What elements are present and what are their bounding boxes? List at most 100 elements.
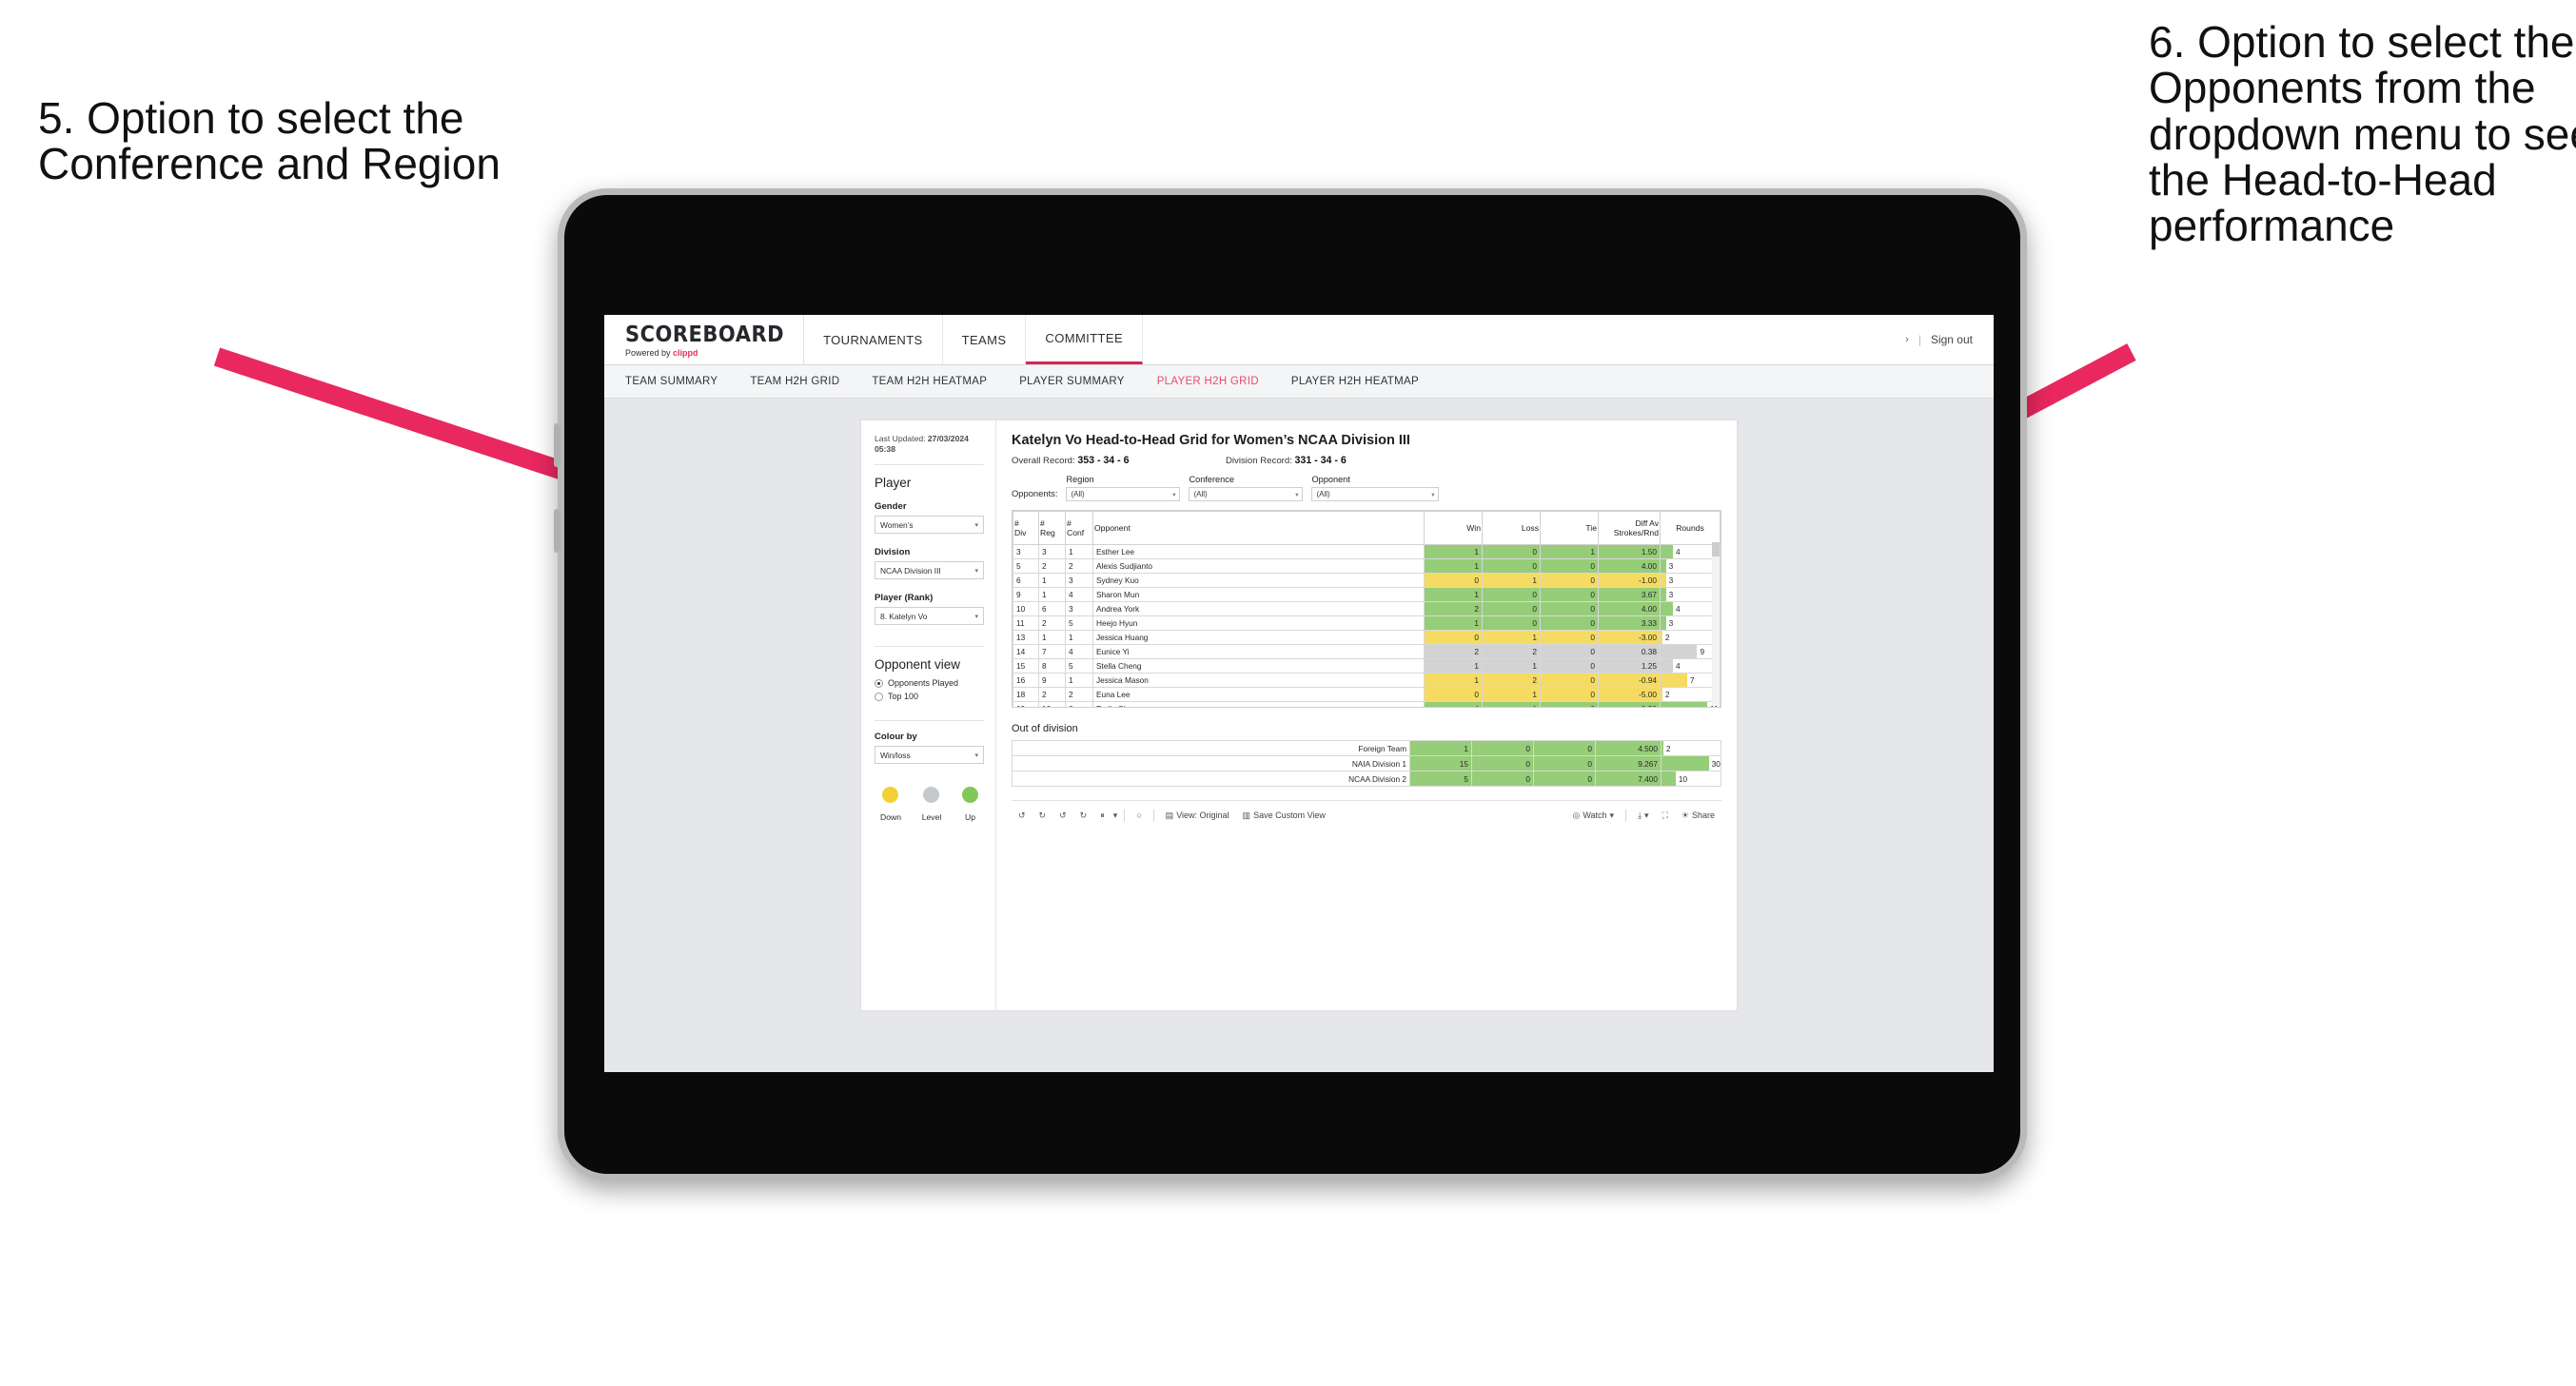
cell-rounds: 30 xyxy=(1661,755,1721,771)
alerts-button[interactable]: ○ xyxy=(1130,810,1148,820)
cell-diff: 3.33 xyxy=(1598,615,1661,631)
cell-tie: 0 xyxy=(1540,587,1599,602)
cell-diff: 4.500 xyxy=(1595,740,1662,756)
out-of-division-row[interactable]: Foreign Team 1 0 0 4.500 2 xyxy=(1012,740,1721,756)
nav-item-teams[interactable]: TEAMS xyxy=(943,315,1027,364)
table-row[interactable]: 6 1 3 Sydney Kuo 0 1 0 -1.00 3 xyxy=(1013,573,1721,588)
watch-button[interactable]: ◎ Watch ▾ xyxy=(1566,810,1622,821)
annotation-left: 5. Option to select the Conference and R… xyxy=(38,93,501,189)
table-body: 3 3 1 Esther Lee 1 0 1 1.50 4 5 2 2 Alexis Sudjianto… xyxy=(1013,544,1721,707)
cell-opponent: Jessica Huang xyxy=(1092,630,1425,645)
cell-opponent: Heejo Hyun xyxy=(1092,615,1425,631)
table-row[interactable]: 10 6 3 Andrea York 2 0 0 4.00 4 xyxy=(1013,601,1721,616)
cell-tie: 0 xyxy=(1540,644,1599,659)
cell-loss: 0 xyxy=(1482,558,1541,574)
colour-legend: Down Level Up xyxy=(875,787,984,822)
workbook-toolbar: ↺ ↻ ↺ ↻ ⏸ ▾ ○ ▤ View: Original ▥ Save Cu… xyxy=(1012,800,1721,828)
cell-loss: 0 xyxy=(1482,615,1541,631)
revert-button[interactable]: ↺ xyxy=(1052,810,1073,821)
legend-dot-level xyxy=(923,787,940,804)
pause-dropdown-button[interactable]: ▾ xyxy=(1111,810,1120,821)
cell-reg: 1 xyxy=(1038,587,1066,602)
colour-by-select[interactable]: Win/loss ▾ xyxy=(875,746,984,765)
cell-opponent: Esther Lee xyxy=(1092,544,1425,559)
cell-reg: 9 xyxy=(1038,673,1066,688)
cell-diff: 7.400 xyxy=(1595,771,1662,787)
cell-win: 2 xyxy=(1424,644,1483,659)
nav-item-tournaments[interactable]: TOURNAMENTS xyxy=(804,315,943,364)
region-select[interactable]: (All) ▾ xyxy=(1066,487,1181,501)
cell-tie: 0 xyxy=(1540,558,1599,574)
radio-top-100[interactable]: Top 100 xyxy=(875,692,984,701)
cell-div: 18 xyxy=(1013,687,1039,702)
cell-tie: 0 xyxy=(1540,573,1599,588)
out-of-division-body: Foreign Team 1 0 0 4.500 2 NAIA Division 1 15 0 0… xyxy=(1012,740,1721,787)
cell-conf: 6 xyxy=(1065,701,1093,707)
table-row[interactable]: 14 7 4 Eunice Yi 2 2 0 0.38 9 xyxy=(1013,644,1721,659)
subnav-item-team-summary[interactable]: TEAM SUMMARY xyxy=(625,376,734,387)
undo-button[interactable]: ↺ xyxy=(1012,810,1032,821)
cell-div: 5 xyxy=(1013,558,1039,574)
header-separator: | xyxy=(1917,333,1921,346)
conference-select[interactable]: (All) ▾ xyxy=(1189,487,1304,501)
download-button[interactable]: ⤓ ▾ xyxy=(1631,810,1656,821)
sign-out-button[interactable]: Sign out xyxy=(1931,333,1973,346)
division-select[interactable]: NCAA Division III ▾ xyxy=(875,561,984,580)
subnav-item-player-summary[interactable]: PLAYER SUMMARY xyxy=(1003,376,1141,387)
col-diff-av-strokes: Diff Av Strokes/Rnd xyxy=(1598,511,1661,545)
colour-by-select-value: Win/loss xyxy=(880,750,911,760)
brand-name: SCOREBOARD xyxy=(625,321,785,346)
out-of-division-table: Foreign Team 1 0 0 4.500 2 NAIA Division 1 15 0 0… xyxy=(1012,740,1721,787)
table-row[interactable]: 19106Emily Chang4100.3011 xyxy=(1013,701,1721,707)
view-original-button[interactable]: ▤ View: Original xyxy=(1159,810,1236,821)
table-row[interactable]: 16 9 1 Jessica Mason 1 2 0 -0.94 7 xyxy=(1013,673,1721,688)
table-row[interactable]: 5 2 2 Alexis Sudjianto 1 0 0 4.00 3 xyxy=(1013,558,1721,574)
chevron-right-icon[interactable]: › xyxy=(1905,334,1909,345)
brand-logo[interactable]: SCOREBOARD Powered by clippd xyxy=(604,315,805,364)
table-row[interactable]: 3 3 1 Esther Lee 1 0 1 1.50 4 xyxy=(1013,544,1721,559)
cell-name: NCAA Division 2 xyxy=(1012,771,1410,787)
refresh-button[interactable]: ↻ xyxy=(1073,810,1094,821)
label-division: Division xyxy=(875,547,911,558)
fullscreen-button[interactable]: ⛶ xyxy=(1656,810,1675,821)
radio-opponents-played[interactable]: Opponents Played xyxy=(875,678,984,688)
subnav-item-team-h2h-grid[interactable]: TEAM H2H GRID xyxy=(734,376,855,387)
out-of-division-row[interactable]: NCAA Division 2 5 0 0 7.400 10 xyxy=(1012,771,1721,787)
table-row[interactable]: 9 1 4 Sharon Mun 1 0 0 3.67 3 xyxy=(1013,587,1721,602)
out-of-division-title: Out of division xyxy=(1012,723,1078,734)
table-row[interactable]: 13 1 1 Jessica Huang 0 1 0 -3.00 2 xyxy=(1013,630,1721,645)
subnav-item-player-h2h-heatmap[interactable]: PLAYER H2H HEATMAP xyxy=(1275,376,1435,387)
save-custom-view-button[interactable]: ▥ Save Custom View xyxy=(1236,810,1332,821)
label-gender: Gender xyxy=(875,501,907,513)
subnav-item-team-h2h-heatmap[interactable]: TEAM H2H HEATMAP xyxy=(855,376,1003,387)
table-row[interactable]: 15 8 5 Stella Cheng 1 1 0 1.25 4 xyxy=(1013,658,1721,673)
out-of-division-row[interactable]: NAIA Division 1 15 0 0 9.267 30 xyxy=(1012,755,1721,771)
pause-icon: ⏸ xyxy=(1100,810,1105,820)
cell-loss: 1 xyxy=(1482,701,1541,707)
table-row[interactable]: 18 2 2 Euna Lee 0 1 0 -5.00 2 xyxy=(1013,687,1721,702)
header-right-actions: › | Sign out xyxy=(1905,315,1994,364)
table-scrollbar-thumb[interactable] xyxy=(1712,542,1720,556)
table-scrollbar-track[interactable] xyxy=(1712,542,1720,706)
cell-loss: 0 xyxy=(1482,601,1541,616)
redo-button[interactable]: ↻ xyxy=(1032,810,1053,821)
legend-label-down: Down xyxy=(880,812,901,823)
gender-select[interactable]: Women’s ▾ xyxy=(875,516,984,535)
col-conf: # Conf xyxy=(1065,511,1093,545)
subnav-item-player-h2h-grid[interactable]: PLAYER H2H GRID xyxy=(1141,376,1275,387)
cell-opponent: Euna Lee xyxy=(1092,687,1425,702)
player-rank-select[interactable]: 8. Katelyn Vo ▾ xyxy=(875,607,984,626)
radio-label-opponents-played: Opponents Played xyxy=(888,678,959,689)
share-button[interactable]: ☀ Share xyxy=(1675,810,1721,821)
pause-updates-button[interactable]: ⏸ xyxy=(1093,810,1111,821)
cell-loss: 0 xyxy=(1471,740,1534,756)
cell-opponent: Stella Cheng xyxy=(1092,658,1425,673)
cell-tie: 0 xyxy=(1540,601,1599,616)
save-custom-view-label: Save Custom View xyxy=(1253,810,1326,820)
opponent-select[interactable]: (All) ▾ xyxy=(1311,487,1440,501)
share-label: Share xyxy=(1691,810,1715,820)
table-row[interactable]: 11 2 5 Heejo Hyun 1 0 0 3.33 3 xyxy=(1013,615,1721,631)
cell-reg: 2 xyxy=(1038,615,1066,631)
nav-item-committee[interactable]: COMMITTEE xyxy=(1026,315,1144,364)
cell-win: 0 xyxy=(1424,630,1483,645)
